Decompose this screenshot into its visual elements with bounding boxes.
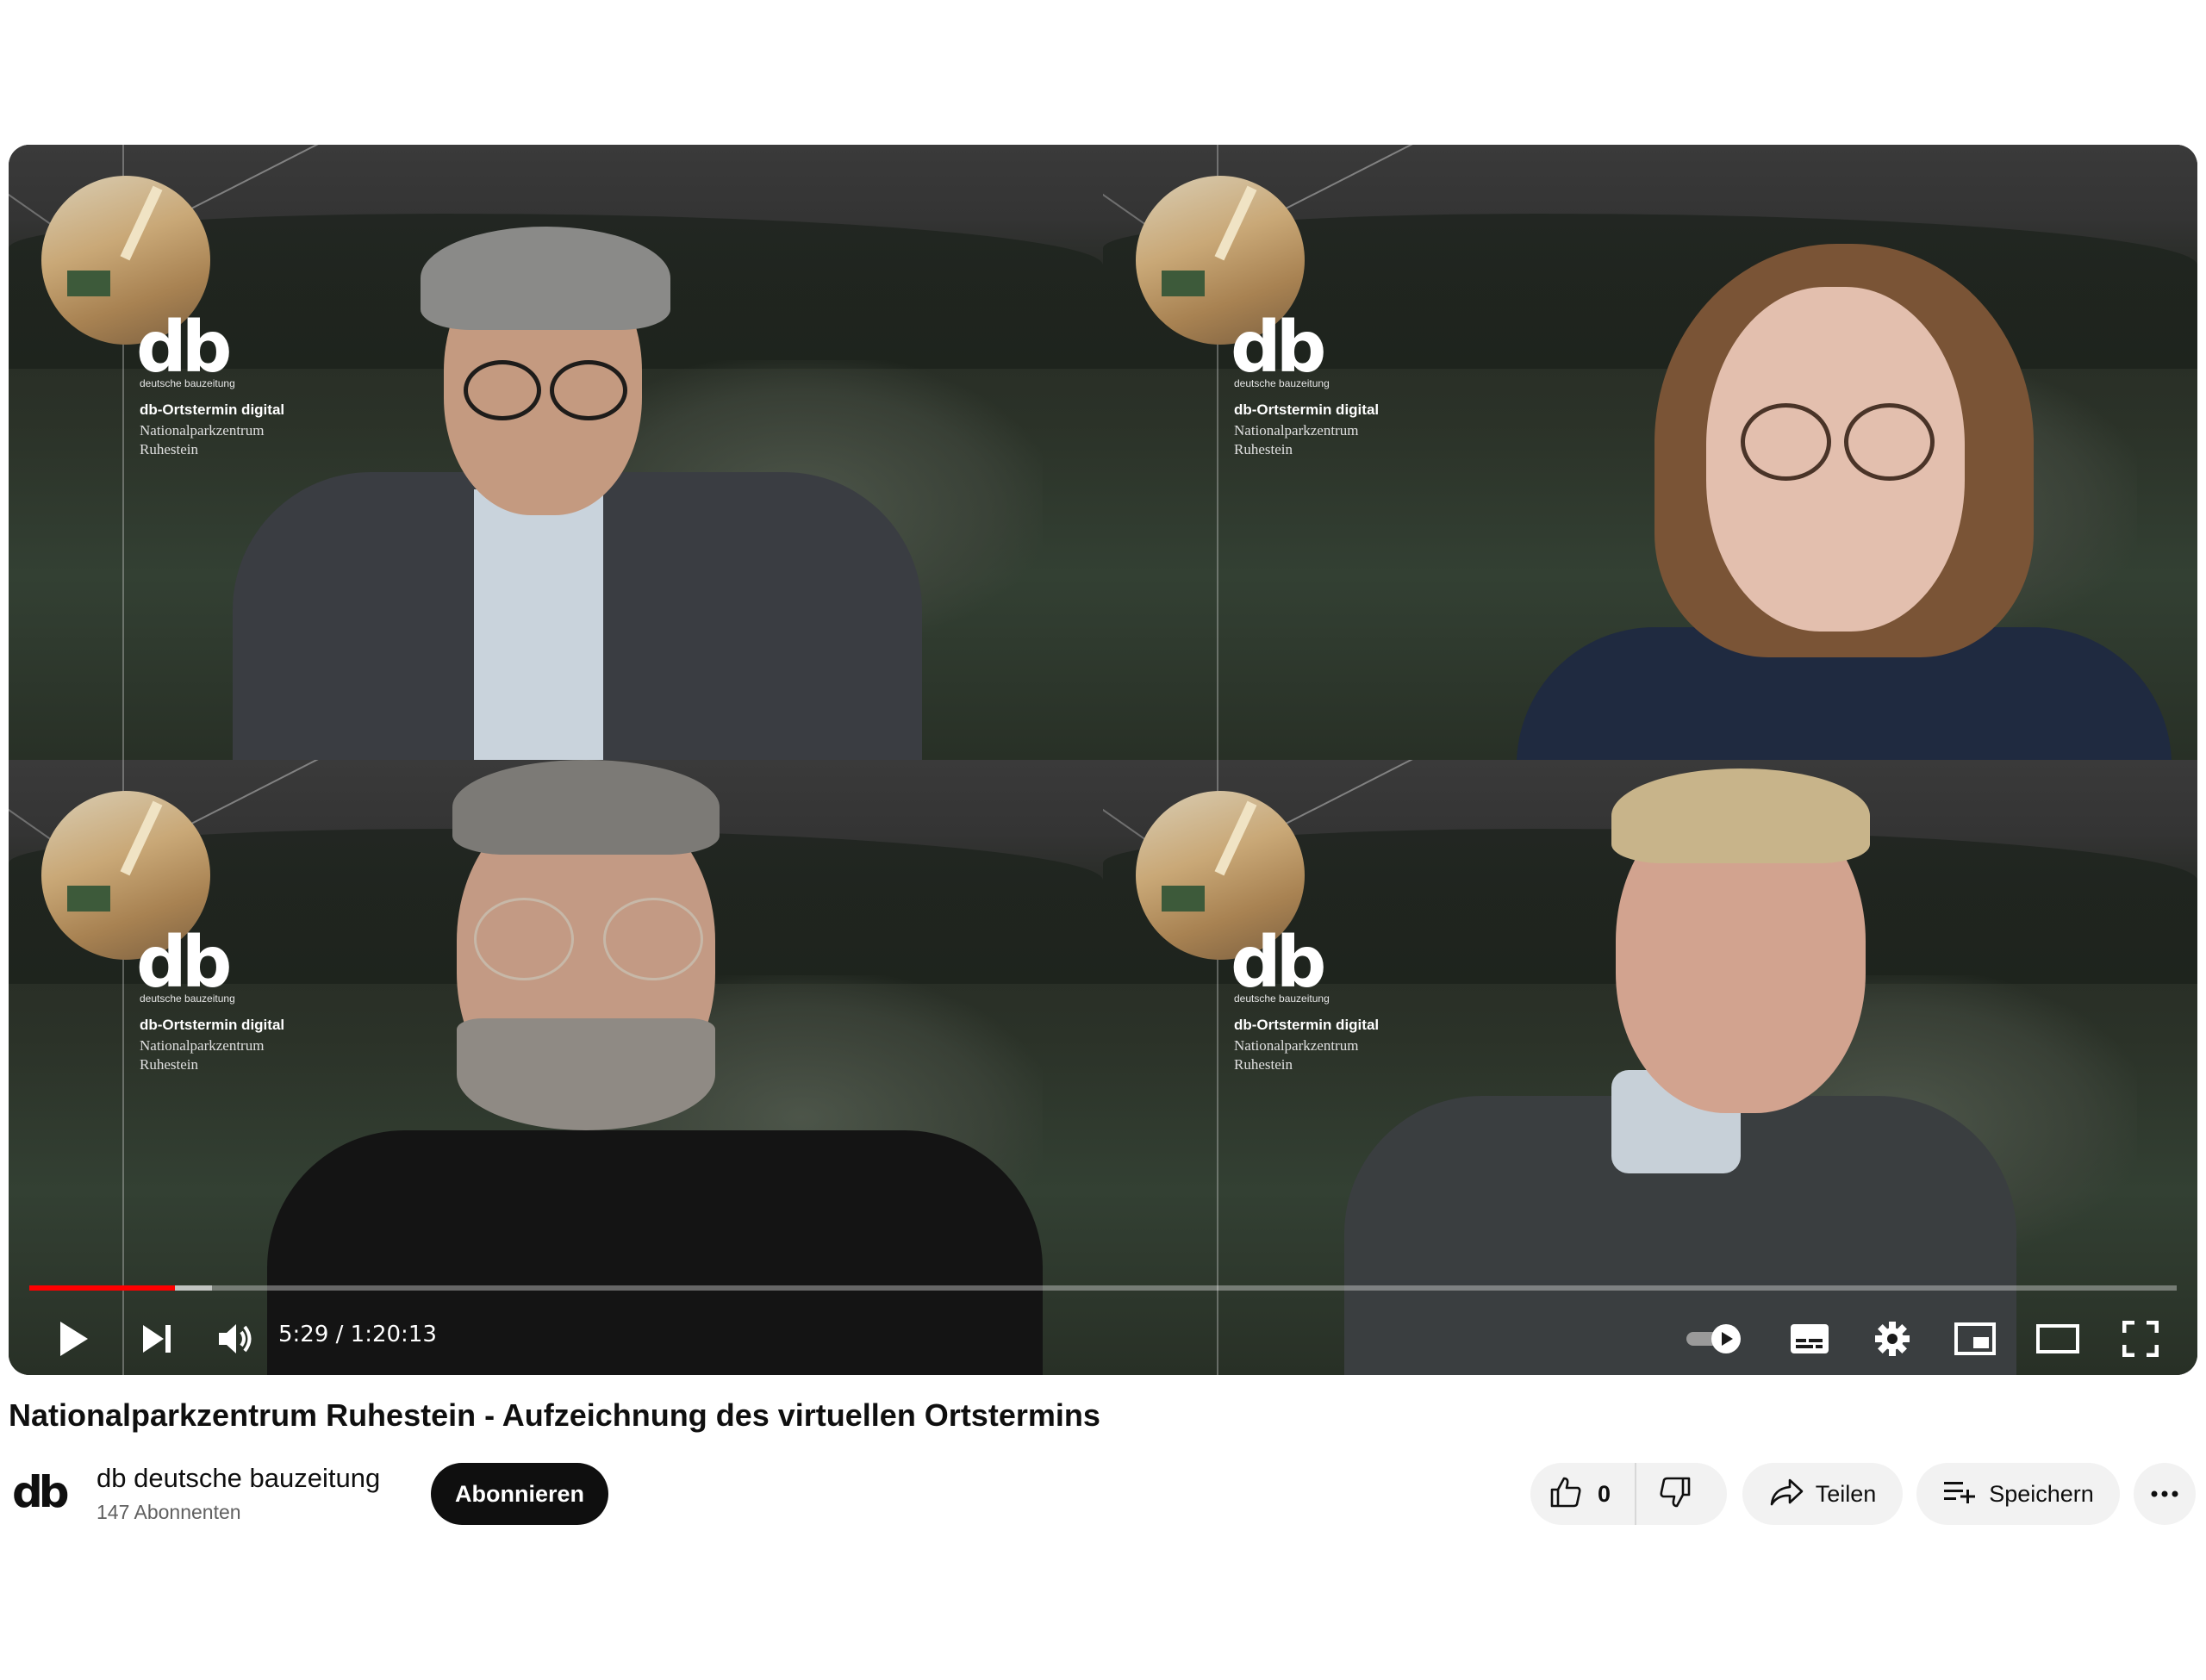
overlay-location-line: Nationalparkzentrum: [1234, 1037, 1359, 1054]
participant-tile: db deutsche bauzeitung db-Ortstermin dig…: [1103, 145, 2197, 760]
next-icon: [140, 1322, 174, 1356]
play-button[interactable]: [43, 1308, 105, 1370]
overlay-location-line: Ruhestein: [140, 1056, 198, 1073]
fullscreen-button[interactable]: [2109, 1308, 2172, 1370]
overlay-logo-subtitle: deutsche bauzeitung: [1234, 377, 1330, 389]
channel-avatar[interactable]: db: [12, 1466, 74, 1518]
autoplay-toggle-icon: [1685, 1322, 1745, 1356]
overlay-event-title: db-Ortstermin digital: [1234, 401, 1380, 418]
overlay-logo: db: [1231, 922, 1326, 1004]
progress-bar[interactable]: [29, 1285, 2177, 1291]
overlay-logo-subtitle: deutsche bauzeitung: [140, 992, 235, 1005]
miniplayer-button[interactable]: [1944, 1308, 2006, 1370]
gear-icon: [1873, 1320, 1911, 1358]
more-actions-button[interactable]: [2134, 1463, 2196, 1525]
overlay-location-line: Ruhestein: [1234, 441, 1293, 457]
overlay-location-line: Ruhestein: [140, 441, 198, 457]
like-count: 0: [1598, 1480, 1611, 1507]
next-button[interactable]: [126, 1308, 188, 1370]
participant-tile: db deutsche bauzeitung db-Ortstermin dig…: [9, 760, 1103, 1375]
dislike-button[interactable]: [1636, 1463, 1692, 1525]
play-icon: [57, 1320, 91, 1358]
progress-played: [29, 1285, 176, 1291]
participant-tile: db deutsche bauzeitung db-Ortstermin dig…: [1103, 760, 2197, 1375]
time-display: 5:29 / 1:20:13: [278, 1322, 437, 1347]
autoplay-toggle[interactable]: [1680, 1308, 1749, 1370]
subtitles-icon: [1790, 1323, 1829, 1354]
overlay-event-title: db-Ortstermin digital: [140, 401, 285, 418]
overlay-location-line: Ruhestein: [1234, 1056, 1293, 1073]
overlay-logo-subtitle: deutsche bauzeitung: [1234, 992, 1330, 1005]
overlay-logo-subtitle: deutsche bauzeitung: [140, 377, 235, 389]
overlay-logo: db: [136, 307, 232, 389]
video-title: Nationalparkzentrum Ruhestein - Aufzeich…: [9, 1397, 1100, 1433]
share-button[interactable]: Teilen: [1742, 1463, 1903, 1525]
thumbs-down-icon: [1659, 1476, 1692, 1513]
overlay-location-line: Nationalparkzentrum: [140, 1037, 265, 1054]
playlist-add-icon: [1942, 1478, 1977, 1510]
theater-icon: [2036, 1324, 2079, 1353]
video-player[interactable]: db deutsche bauzeitung db-Ortstermin dig…: [9, 145, 2197, 1375]
save-button[interactable]: Speichern: [1916, 1463, 2120, 1525]
overlay-event-title: db-Ortstermin digital: [1234, 1017, 1380, 1033]
like-button[interactable]: 0: [1530, 1463, 1637, 1525]
subtitles-button[interactable]: [1779, 1308, 1841, 1370]
overlay-logo: db: [136, 922, 232, 1004]
subscriber-count: 147 Abonnenten: [97, 1501, 241, 1523]
overlay-location-line: Nationalparkzentrum: [140, 422, 265, 439]
overlay-location-line: Nationalparkzentrum: [1234, 422, 1359, 439]
settings-button[interactable]: [1861, 1308, 1923, 1370]
thumbs-up-icon: [1549, 1476, 1582, 1513]
volume-button[interactable]: [205, 1308, 267, 1370]
share-label: Teilen: [1815, 1480, 1877, 1507]
more-icon: [2151, 1486, 2178, 1502]
subscribe-button[interactable]: Abonnieren: [431, 1463, 608, 1525]
fullscreen-icon: [2122, 1321, 2159, 1357]
participant-tile: db deutsche bauzeitung db-Ortstermin dig…: [9, 145, 1103, 760]
theater-mode-button[interactable]: [2027, 1308, 2089, 1370]
channel-name[interactable]: db deutsche bauzeitung: [97, 1463, 380, 1494]
overlay-event-title: db-Ortstermin digital: [140, 1017, 285, 1033]
like-dislike-group: 0: [1530, 1463, 1727, 1525]
share-icon: [1769, 1478, 1804, 1511]
volume-icon: [217, 1322, 255, 1356]
miniplayer-icon: [1954, 1322, 1996, 1355]
overlay-logo: db: [1231, 307, 1326, 389]
save-label: Speichern: [1989, 1480, 2094, 1507]
